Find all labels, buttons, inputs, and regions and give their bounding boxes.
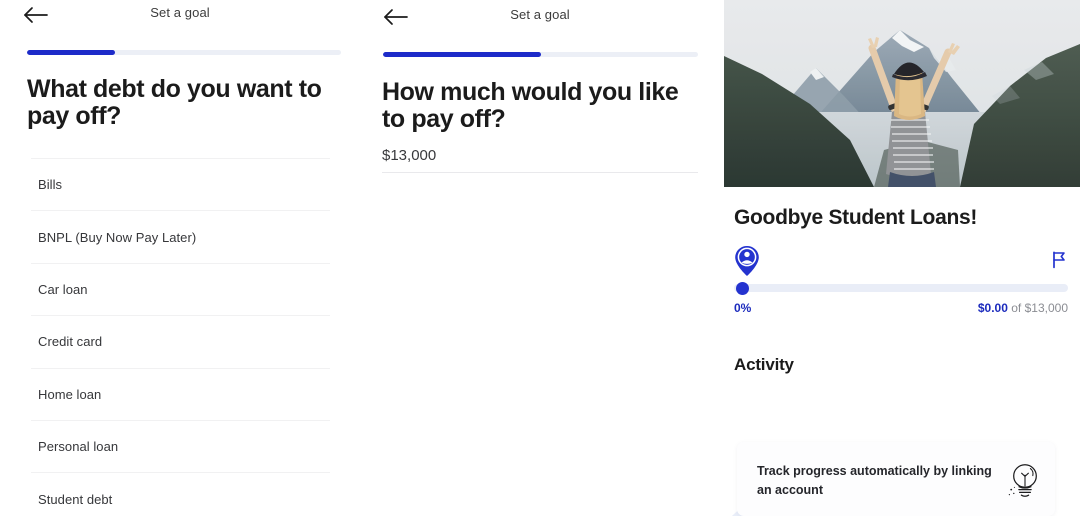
list-item-label: Student debt [38, 491, 113, 507]
goal-percent-label: 0% [734, 301, 752, 315]
list-item-label: Personal loan [38, 439, 119, 455]
list-item[interactable]: Bills [31, 158, 330, 210]
list-item[interactable]: Credit card [31, 315, 330, 367]
activity-heading: Activity [734, 355, 794, 374]
flag-icon[interactable] [1050, 251, 1068, 269]
goal-amount-label: $0.00 of $13,000 [978, 301, 1068, 315]
list-item[interactable]: BNPL (Buy Now Pay Later) [31, 210, 330, 262]
list-item[interactable]: Student debt [31, 472, 330, 516]
goal-progress-meta: 0% $0.00 of $13,000 [734, 301, 1068, 315]
step-progress-bar [383, 52, 698, 57]
panel-amount: Set a goal How much would you like to pa… [360, 0, 720, 516]
debt-type-option-list: Bills BNPL (Buy Now Pay Later) Car loan Cre… [0, 158, 360, 516]
list-item-label: Credit card [38, 334, 103, 350]
goal-of-text: of [1011, 301, 1022, 315]
panel-debt-type: Set a goal What debt do you want to pay … [0, 0, 360, 516]
three-panel-mockup: Set a goal What debt do you want to pay … [0, 0, 1080, 516]
goal-title: Goodbye Student Loans! [734, 206, 978, 229]
page-title: What debt do you want to pay off? [27, 75, 322, 131]
step-progress-track [383, 52, 698, 57]
list-item-label: Home loan [38, 386, 102, 402]
goal-progress-bar[interactable] [734, 282, 1068, 295]
list-item-label: Car loan [38, 281, 88, 297]
nav-title: Set a goal [150, 5, 210, 20]
step-progress-bar [27, 50, 341, 55]
nav-title: Set a goal [510, 7, 570, 22]
goal-saved-amount: $0.00 [977, 301, 1008, 315]
amount-input-underline [382, 172, 698, 173]
goal-markers-row [734, 245, 1068, 279]
hero-photo [724, 0, 1080, 187]
list-item[interactable]: Car loan [31, 262, 330, 315]
tip-card[interactable]: Track progress automatically by linking … [737, 442, 1055, 516]
goal-progress-knob[interactable] [736, 282, 749, 295]
goal-target-amount: $13,000 [1024, 301, 1068, 315]
step-progress-fill [27, 50, 115, 55]
list-item[interactable]: Home loan [31, 367, 330, 420]
amount-input[interactable]: $13,000 [382, 147, 436, 164]
panel-goal-detail: Goodbye Student Loans! 0% $0.00 of $13,0… [720, 0, 1080, 516]
tip-text: Track progress automatically by linking … [757, 464, 992, 497]
list-item[interactable]: Personal loan [31, 419, 330, 472]
step-progress-fill [383, 52, 541, 57]
lightbulb-icon [1005, 460, 1041, 500]
list-item-label: Bills [38, 177, 63, 193]
list-item-label: BNPL (Buy Now Pay Later) [38, 229, 197, 245]
step-progress-track [27, 50, 341, 55]
page-title: How much would you like to pay off? [382, 78, 679, 134]
avatar-pin-icon[interactable] [734, 245, 760, 277]
navbar: Set a goal [360, 0, 720, 34]
navbar: Set a goal [0, 0, 360, 34]
